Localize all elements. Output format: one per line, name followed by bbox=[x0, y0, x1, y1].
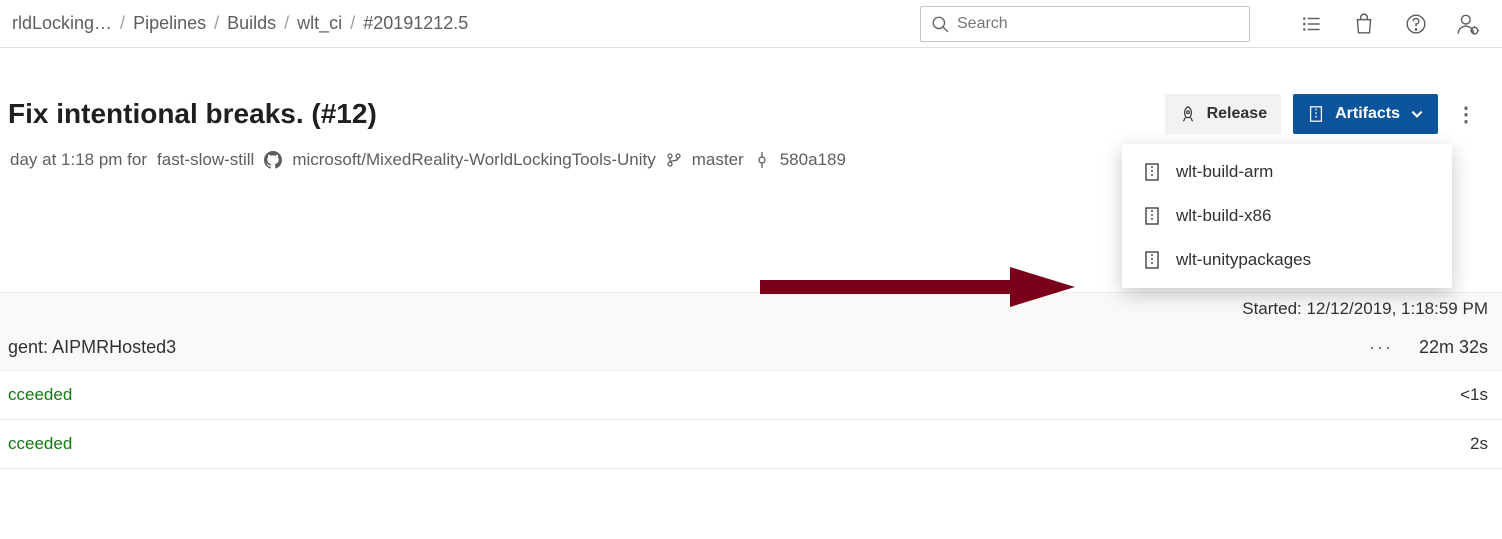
breadcrumb-separator: / bbox=[214, 13, 219, 34]
artifact-item-arm[interactable]: wlt-build-arm bbox=[1122, 150, 1452, 194]
release-label: Release bbox=[1207, 105, 1268, 123]
more-actions-button[interactable]: ⋮ bbox=[1450, 94, 1482, 134]
search-input[interactable] bbox=[957, 15, 1239, 33]
started-row: Started: 12/12/2019, 1:18:59 PM bbox=[0, 292, 1502, 325]
annotation-arrow bbox=[760, 262, 1080, 312]
artifact-icon bbox=[1307, 105, 1325, 123]
action-buttons: Release Artifacts ⋮ bbox=[1165, 94, 1482, 134]
task-duration: <1s bbox=[1460, 385, 1488, 405]
task-status: cceeded bbox=[8, 434, 72, 454]
agent-duration: 22m 32s bbox=[1419, 337, 1488, 358]
page-title: Fix intentional breaks. (#12) bbox=[8, 98, 377, 130]
agent-row: gent: AIPMRHosted3 ··· 22m 32s bbox=[0, 325, 1502, 371]
topbar-icons bbox=[1250, 10, 1494, 38]
artifact-label: wlt-build-x86 bbox=[1176, 206, 1271, 226]
top-bar: rldLocking… / Pipelines / Builds / wlt_c… bbox=[0, 0, 1502, 48]
agent-left: gent: AIPMRHosted3 bbox=[8, 337, 176, 358]
agent-right: ··· 22m 32s bbox=[1369, 337, 1488, 358]
breadcrumb-separator: / bbox=[284, 13, 289, 34]
search-icon bbox=[931, 15, 949, 33]
task-row[interactable]: cceeded <1s bbox=[0, 371, 1502, 420]
crumb-pipelines[interactable]: Pipelines bbox=[133, 13, 206, 34]
meta-commit[interactable]: 580a189 bbox=[780, 150, 846, 170]
artifacts-button[interactable]: Artifacts bbox=[1293, 94, 1438, 134]
agent-label: gent: bbox=[8, 337, 48, 357]
shopping-bag-icon[interactable] bbox=[1350, 10, 1378, 38]
artifact-icon bbox=[1144, 162, 1160, 182]
commit-icon bbox=[754, 152, 770, 168]
started-value: 12/12/2019, 1:18:59 PM bbox=[1307, 299, 1488, 318]
artifacts-label: Artifacts bbox=[1335, 105, 1400, 123]
artifact-icon bbox=[1144, 250, 1160, 270]
job-section: Started: 12/12/2019, 1:18:59 PM gent: AI… bbox=[0, 292, 1502, 469]
branch-icon bbox=[666, 152, 682, 168]
user-settings-icon[interactable] bbox=[1454, 10, 1482, 38]
meta-repo[interactable]: microsoft/MixedReality-WorldLockingTools… bbox=[292, 150, 655, 170]
more-vertical-icon: ⋮ bbox=[1456, 102, 1476, 127]
title-row: Fix intentional breaks. (#12) Release Ar… bbox=[8, 94, 1482, 134]
release-button[interactable]: Release bbox=[1165, 94, 1282, 134]
meta-branch[interactable]: master bbox=[692, 150, 744, 170]
meta-time: day at 1:18 pm for bbox=[10, 150, 147, 170]
help-icon[interactable] bbox=[1402, 10, 1430, 38]
rocket-icon bbox=[1179, 105, 1197, 123]
github-icon bbox=[264, 151, 282, 169]
breadcrumb-separator: / bbox=[120, 13, 125, 34]
list-icon[interactable] bbox=[1298, 10, 1326, 38]
artifact-icon bbox=[1144, 206, 1160, 226]
artifact-item-unitypackages[interactable]: wlt-unitypackages bbox=[1122, 238, 1452, 282]
agent-name: AIPMRHosted3 bbox=[52, 337, 176, 357]
meta-user[interactable]: fast-slow-still bbox=[157, 150, 254, 170]
artifact-label: wlt-build-arm bbox=[1176, 162, 1273, 182]
artifact-label: wlt-unitypackages bbox=[1176, 250, 1311, 270]
crumb-builds[interactable]: Builds bbox=[227, 13, 276, 34]
crumb-build-number[interactable]: #20191212.5 bbox=[363, 13, 468, 34]
started-label: Started: bbox=[1242, 299, 1302, 318]
artifact-item-x86[interactable]: wlt-build-x86 bbox=[1122, 194, 1452, 238]
search-box[interactable] bbox=[920, 6, 1250, 42]
crumb-pipeline-name[interactable]: wlt_ci bbox=[297, 13, 342, 34]
task-status: cceeded bbox=[8, 385, 72, 405]
task-duration: 2s bbox=[1470, 434, 1488, 454]
agent-more-icon[interactable]: ··· bbox=[1369, 337, 1393, 358]
chevron-down-icon bbox=[1410, 107, 1424, 121]
breadcrumb: rldLocking… / Pipelines / Builds / wlt_c… bbox=[8, 13, 920, 34]
artifacts-dropdown: wlt-build-arm wlt-build-x86 wlt-unitypac… bbox=[1122, 144, 1452, 288]
task-row[interactable]: cceeded 2s bbox=[0, 420, 1502, 469]
crumb-project[interactable]: rldLocking… bbox=[12, 13, 112, 34]
breadcrumb-separator: / bbox=[350, 13, 355, 34]
